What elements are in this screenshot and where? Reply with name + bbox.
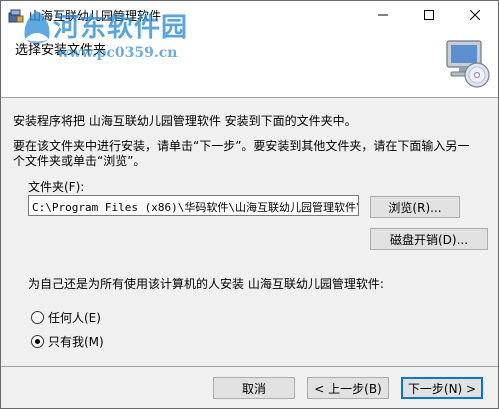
minimize-icon (378, 9, 388, 23)
radio-just-me[interactable]: 只有我(M) (31, 333, 104, 349)
browse-button[interactable]: 浏览(R)... (370, 196, 460, 218)
folder-path-input[interactable]: C:\Program Files (x86)\华码软件\山海互联幼儿园管理软件\ (28, 195, 359, 216)
wizard-footer: 取消 < 上一步(B) 下一步(N) > (1, 367, 498, 408)
installer-app-icon (8, 8, 24, 24)
title-bar[interactable]: 山海互联幼儿园管理软件 (1, 1, 498, 31)
radio-everyone[interactable]: 任何人(E) (31, 309, 101, 325)
maximize-icon (424, 9, 434, 23)
close-button[interactable] (452, 1, 498, 31)
next-button[interactable]: 下一步(N) > (401, 377, 483, 399)
radio-everyone-label: 任何人(E) (48, 310, 101, 325)
installer-window: 山海互联幼儿园管理软件 选择安装文件夹 河东软件园 www.pc0359.cn … (0, 0, 499, 409)
wizard-body: 安装程序将把 山海互联幼儿园管理软件 安装到下面的文件夹中。 要在该文件夹中进行… (1, 98, 498, 366)
install-for-prompt: 为自己还是为所有使用该计算机的人安装 山海互联幼儿园管理软件: (28, 277, 384, 291)
back-button[interactable]: < 上一步(B) (307, 377, 389, 399)
folder-label: 文件夹(F): (28, 180, 85, 194)
radio-everyone-indicator[interactable] (31, 310, 44, 324)
computer-cd-icon (441, 37, 493, 89)
page-title: 选择安装文件夹 (15, 43, 107, 58)
window-title: 山海互联幼儿园管理软件 (29, 9, 162, 23)
instruction-text-line2: 个文件夹或单击“浏览”。 (13, 154, 146, 168)
maximize-button[interactable] (406, 1, 452, 31)
radio-just-me-indicator[interactable] (31, 334, 44, 348)
minimize-button[interactable] (360, 1, 406, 31)
radio-just-me-label: 只有我(M) (48, 334, 104, 349)
intro-text: 安装程序将把 山海互联幼儿园管理软件 安装到下面的文件夹中。 (13, 114, 357, 128)
disk-cost-button[interactable]: 磁盘开销(D)... (370, 228, 488, 250)
cancel-button[interactable]: 取消 (213, 377, 295, 399)
wizard-header: 选择安装文件夹 (1, 31, 498, 98)
close-icon (469, 9, 481, 23)
